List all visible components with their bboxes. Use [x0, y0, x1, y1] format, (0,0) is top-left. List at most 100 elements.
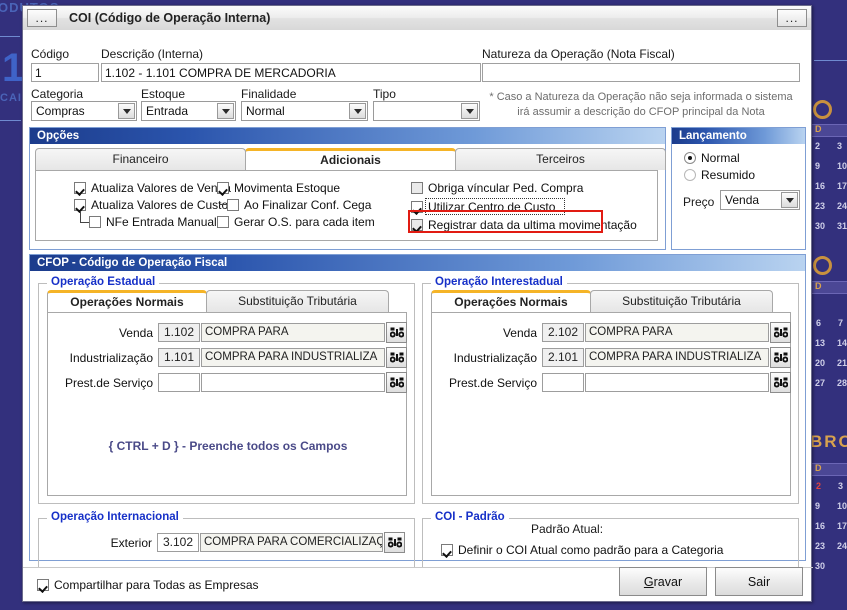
cfop-panel-title: CFOP - Código de Operação Fiscal — [30, 255, 805, 271]
save-button[interactable]: Gravar — [619, 567, 707, 596]
interestadual-venda-desc[interactable]: COMPRA PARA — [585, 323, 769, 342]
estadual-venda-search-button[interactable] — [386, 322, 407, 343]
desktop-rule-right — [814, 60, 847, 61]
preco-value: Venda — [725, 193, 760, 207]
chevron-down-icon[interactable] — [349, 103, 366, 119]
calendar-day: 16 — [815, 521, 826, 531]
descricao-input[interactable]: 1.102 - 1.101 COMPRA DE MERCADORIA — [101, 63, 481, 82]
fieldset-operacao-interestadual: Operação Interestadual Operações Normais… — [422, 276, 799, 504]
calendar-day: 7 — [838, 318, 844, 328]
natureza-input[interactable] — [482, 63, 800, 82]
estadual-industrializacao-desc[interactable]: COMPRA PARA INDUSTRIALIZA — [201, 348, 385, 367]
calendar-day: 31 — [837, 221, 847, 231]
interestadual-industrializacao-code[interactable]: 2.101 — [542, 348, 584, 367]
radio-normal[interactable]: Normal — [684, 151, 740, 165]
calendar-weekday-1: D — [815, 124, 822, 134]
chevron-down-icon[interactable] — [217, 103, 234, 119]
preco-select[interactable]: Venda — [720, 190, 800, 210]
checkbox-box[interactable] — [411, 182, 423, 194]
tab-adicionais[interactable]: Adicionais — [245, 148, 456, 170]
tab-interestadual-substituicao-tributaria[interactable]: Substituição Tributária — [590, 290, 773, 312]
legend-operacao-interestadual: Operação Interestadual — [431, 276, 567, 288]
interestadual-prest-servico-desc[interactable] — [585, 373, 769, 392]
checkbox-obriga-vincular-ped-compra[interactable]: Obriga víncular Ped. Compra — [411, 181, 583, 195]
interestadual-industrializacao-search-button[interactable] — [770, 347, 791, 368]
chevron-down-icon[interactable] — [781, 192, 798, 208]
estadual-prest-servico-desc[interactable] — [201, 373, 385, 392]
internacional-exterior-search-button[interactable] — [384, 532, 405, 553]
checkbox-atualiza-valores-venda[interactable]: Atualiza Valores de Venda — [74, 181, 231, 195]
tab-interestadual-operacoes-normais[interactable]: Operações Normais — [431, 290, 591, 312]
radio-dot[interactable] — [684, 152, 696, 164]
lancamento-panel-title: Lançamento — [672, 128, 805, 144]
radio-resumido[interactable]: Resumido — [684, 168, 755, 182]
checkbox-nfe-entrada-manual[interactable]: NFe Entrada Manual — [89, 215, 217, 229]
checkbox-registrar-data-ultima-movimentacao[interactable]: Registrar data da ultima movimentação — [411, 218, 637, 232]
window-options-button[interactable]: ... — [777, 9, 807, 27]
tipo-select[interactable] — [373, 101, 480, 121]
checkbox-gerar-os-cada-item[interactable]: Gerar O.S. para cada item — [217, 215, 375, 229]
checkbox-box[interactable] — [441, 544, 453, 556]
checkbox-box[interactable] — [89, 216, 101, 228]
tab-estadual-substituicao-tributaria[interactable]: Substituição Tributária — [206, 290, 389, 312]
internacional-exterior-desc[interactable]: COMPRA PARA COMERCIALIZAÇ — [200, 533, 383, 552]
categoria-label: Categoria — [31, 87, 84, 101]
interestadual-venda-code[interactable]: 2.102 — [542, 323, 584, 342]
checkbox-box[interactable] — [74, 182, 86, 194]
binoculars-icon — [773, 327, 788, 337]
radio-label: Normal — [701, 151, 740, 165]
interestadual-prest-servico-code[interactable] — [542, 373, 584, 392]
checkbox-box[interactable] — [227, 199, 239, 211]
legend-operacao-estadual: Operação Estadual — [47, 276, 160, 288]
checkbox-box[interactable] — [217, 216, 229, 228]
checkbox-label: Atualiza Valores de Custo — [91, 198, 229, 212]
adicionais-tab-panel: Atualiza Valores de Venda Atualiza Valor… — [35, 170, 658, 241]
exit-button[interactable]: Sair — [715, 567, 803, 596]
binoculars-icon — [773, 377, 788, 387]
calendar-day: 10 — [837, 501, 847, 511]
finalidade-select[interactable]: Normal — [241, 101, 368, 121]
interestadual-prest-servico-search-button[interactable] — [770, 372, 791, 393]
internacional-exterior-code[interactable]: 3.102 — [157, 533, 199, 552]
estadual-venda-desc[interactable]: COMPRA PARA — [201, 323, 385, 342]
estadual-industrializacao-search-button[interactable] — [386, 347, 407, 368]
checkbox-atualiza-valores-custo[interactable]: Atualiza Valores de Custo — [74, 198, 228, 212]
estadual-venda-code[interactable]: 1.102 — [158, 323, 200, 342]
checkbox-compartilhar-todas-empresas[interactable]: Compartilhar para Todas as Empresas — [37, 578, 259, 592]
estadual-prest-servico-code[interactable] — [158, 373, 200, 392]
checkbox-utilizar-centro-custo[interactable]: Utilizar Centro de Custo — [411, 200, 555, 214]
estoque-select[interactable]: Entrada — [141, 101, 236, 121]
calendar-day: 3 — [838, 481, 844, 491]
checkbox-box[interactable] — [37, 579, 49, 591]
checkbox-definir-coi-padrao[interactable]: Definir o COI Atual como padrão para a C… — [441, 543, 723, 557]
categoria-select[interactable]: Compras — [31, 101, 137, 121]
legend-coi-padrao: COI - Padrão — [431, 511, 509, 523]
calendar-day: 30 — [815, 561, 826, 571]
tab-financeiro[interactable]: Financeiro — [35, 148, 246, 170]
checkbox-box[interactable] — [74, 199, 86, 211]
radio-dot[interactable] — [684, 169, 696, 181]
checkbox-box[interactable] — [411, 219, 423, 231]
cfop-ctrl-d-hint: { CTRL + D } - Preenche todos os Campos — [108, 439, 348, 453]
calendar-day: 30 — [815, 221, 826, 231]
checkbox-box[interactable] — [411, 201, 423, 213]
legend-operacao-internacional: Operação Internacional — [47, 511, 183, 523]
tab-estadual-operacoes-normais[interactable]: Operações Normais — [47, 290, 207, 312]
desktop-big-number: 1 — [2, 46, 25, 90]
estoque-value: Entrada — [146, 104, 189, 118]
checkbox-box[interactable] — [217, 182, 229, 194]
checkbox-ao-finalizar-conf-cega[interactable]: Ao Finalizar Conf. Cega — [227, 198, 371, 212]
calendar-day: 3 — [837, 141, 843, 151]
checkbox-label: Registrar data da ultima movimentação — [428, 218, 637, 232]
estadual-prest-servico-search-button[interactable] — [386, 372, 407, 393]
window-menu-button[interactable]: ... — [27, 9, 57, 27]
checkbox-label: Gerar O.S. para cada item — [234, 215, 375, 229]
chevron-down-icon[interactable] — [118, 103, 135, 119]
tab-terceiros[interactable]: Terceiros — [455, 148, 666, 170]
codigo-input[interactable]: 1 — [31, 63, 99, 82]
estadual-industrializacao-code[interactable]: 1.101 — [158, 348, 200, 367]
checkbox-movimenta-estoque[interactable]: Movimenta Estoque — [217, 181, 340, 195]
interestadual-industrializacao-desc[interactable]: COMPRA PARA INDUSTRIALIZA — [585, 348, 769, 367]
chevron-down-icon[interactable] — [461, 103, 478, 119]
interestadual-venda-search-button[interactable] — [770, 322, 791, 343]
